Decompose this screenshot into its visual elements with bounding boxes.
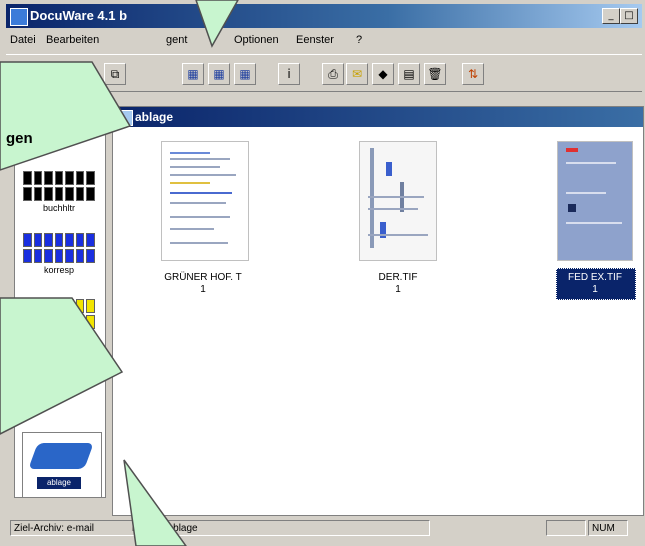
callout-text: gen (6, 130, 33, 147)
callout-middle-left (0, 297, 124, 435)
callout-top-left (0, 61, 132, 171)
callout-top-pointer (195, 0, 239, 48)
callout-overlay (0, 0, 239, 546)
callout-bottom-pointer (123, 459, 187, 546)
